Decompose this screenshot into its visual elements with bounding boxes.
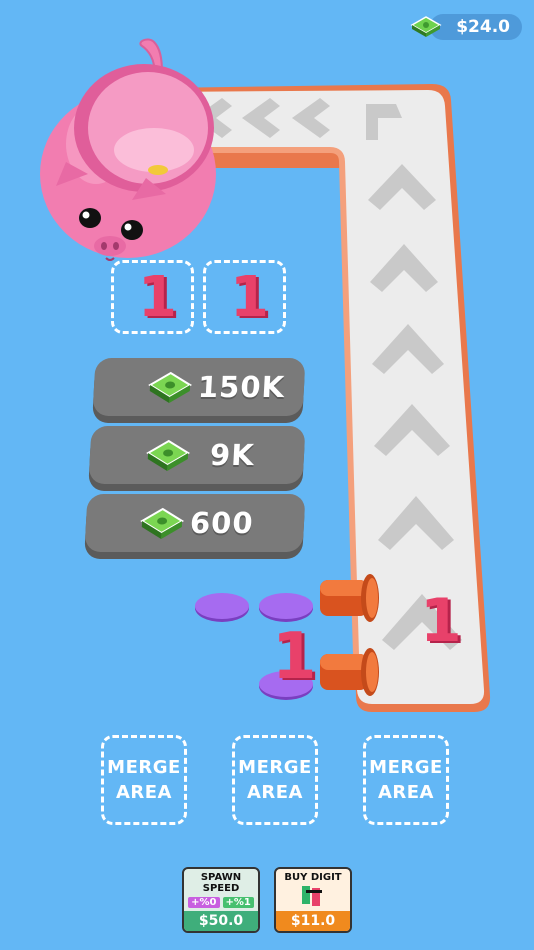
merge-label: MERGE <box>238 757 312 778</box>
merge-label: MERGE <box>107 757 181 778</box>
digit-icon <box>302 886 322 906</box>
stat-pill-3: 600 <box>84 494 306 552</box>
cash-stack-icon <box>146 439 191 471</box>
digit-one[interactable]: 1 <box>138 265 177 330</box>
spawn-speed-title: SPEED <box>202 883 240 894</box>
buy-digit-button[interactable]: BUY DIGIT $11.0 <box>274 867 352 933</box>
speed-chip-current: +%0 <box>188 897 220 908</box>
stat-value: 600 <box>189 506 255 540</box>
stat-pill-1: 150K <box>92 358 306 416</box>
stat-value: 9K <box>209 438 256 472</box>
speed-chip-next: +%1 <box>222 897 254 908</box>
merge-label: MERGE <box>369 757 443 778</box>
spawn-speed-price: $50.0 <box>184 911 258 931</box>
merge-area-3[interactable]: MERGE AREA <box>363 735 449 825</box>
money-display: $24.0 <box>408 12 522 42</box>
merge-label: AREA <box>115 782 172 803</box>
digit-one[interactable]: 1 <box>230 265 269 330</box>
cash-stack-icon <box>410 16 442 37</box>
buy-digit-title: BUY DIGIT <box>284 872 342 883</box>
piggy-bank <box>40 38 216 261</box>
merge-label: AREA <box>377 782 434 803</box>
merge-area-1[interactable]: MERGE AREA <box>101 735 187 825</box>
cash-stack-icon <box>148 371 193 403</box>
digit-slot-1[interactable]: 1 <box>111 260 194 334</box>
stat-value: 150K <box>197 370 286 404</box>
merge-area-2[interactable]: MERGE AREA <box>232 735 318 825</box>
buy-digit-price: $11.0 <box>276 911 350 931</box>
spawn-speed-title: SPAWN <box>200 872 242 883</box>
cash-stack-icon <box>140 507 185 539</box>
digit-one[interactable]: 1 <box>272 620 317 694</box>
digit-slot-2[interactable]: 1 <box>203 260 286 334</box>
digit-one[interactable]: 1 <box>420 586 462 656</box>
stat-pill-2: 9K <box>88 426 306 484</box>
spawn-speed-button[interactable]: SPAWN SPEED +%0 +%1 $50.0 <box>182 867 260 933</box>
merge-label: AREA <box>246 782 303 803</box>
